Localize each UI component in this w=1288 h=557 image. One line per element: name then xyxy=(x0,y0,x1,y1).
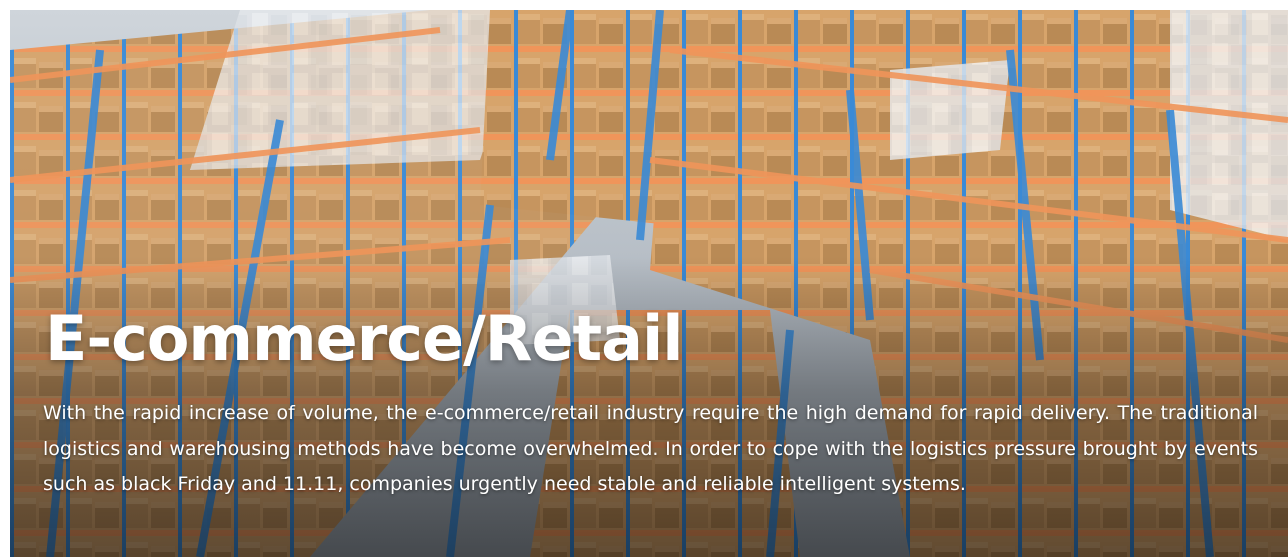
industry-hero-banner: E-commerce/Retail With the rapid increas… xyxy=(10,10,1288,557)
hero-title: E-commerce/Retail xyxy=(45,302,683,375)
hero-description: With the rapid increase of volume, the e… xyxy=(43,402,1258,495)
